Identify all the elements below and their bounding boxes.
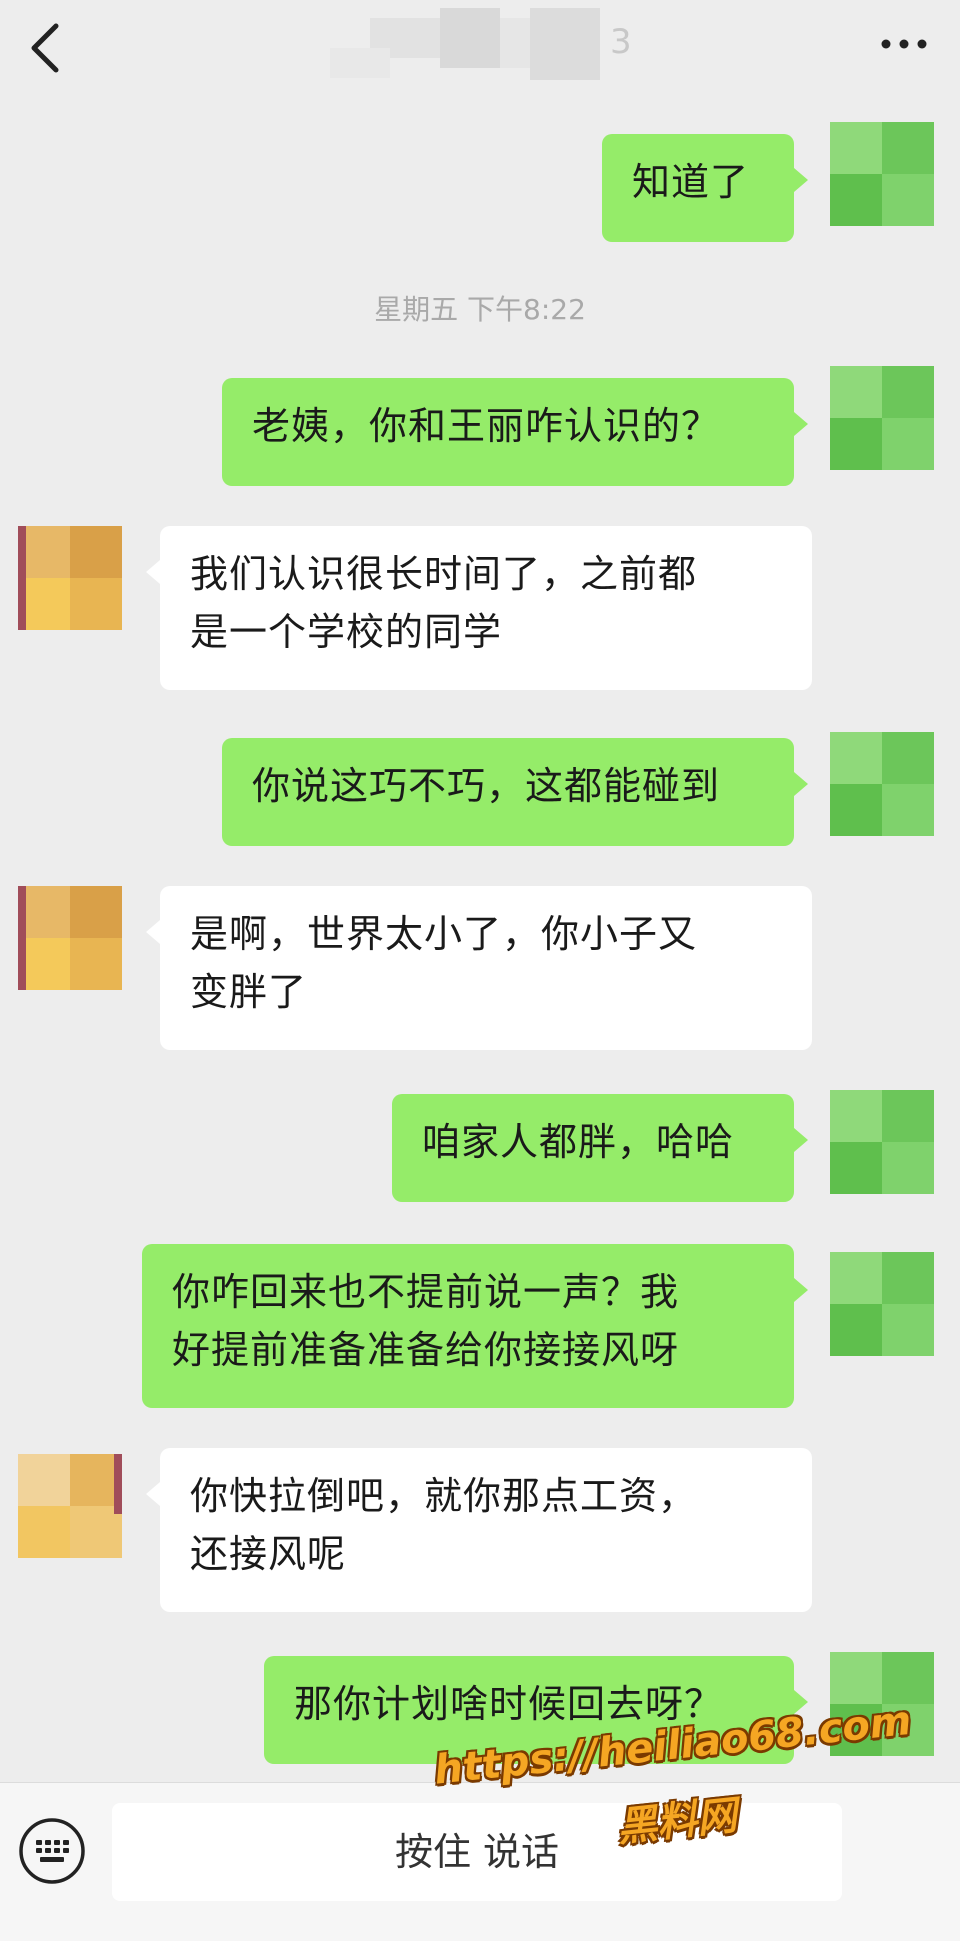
contact-avatar[interactable]: [18, 526, 122, 630]
my-avatar[interactable]: [830, 122, 934, 226]
back-chevron-left-icon[interactable]: [26, 20, 66, 76]
message-text: 你说这巧不巧，这都能碰到: [252, 764, 721, 808]
chat-area[interactable]: 知道了 星期五 下午8:22 老姨，你和王丽咋认识的？ 我们认识很长时间了，之前…: [0, 92, 960, 1782]
my-avatar[interactable]: [830, 366, 934, 470]
more-dots-icon[interactable]: [874, 22, 934, 66]
message-bubble-sent[interactable]: 老姨，你和王丽咋认识的？: [222, 378, 808, 486]
my-avatar[interactable]: [830, 732, 934, 836]
message-text-line: 变胖了: [190, 970, 308, 1014]
contact-avatar[interactable]: [18, 886, 122, 990]
message-text-line: 你快拉倒吧，就你那点工资，: [190, 1474, 698, 1518]
my-avatar[interactable]: [830, 1252, 934, 1356]
message-bubble-sent[interactable]: 你咋回来也不提前说一声？我 好提前准备准备给你接接风呀: [142, 1244, 808, 1408]
chat-title: 3: [610, 22, 632, 62]
message-bubble-received[interactable]: 我们认识很长时间了，之前都 是一个学校的同学: [146, 526, 812, 690]
message-text: 咱家人都胖，哈哈: [422, 1120, 735, 1164]
chat-title-redacted: [330, 8, 650, 80]
message-bubble-sent[interactable]: 知道了: [602, 134, 808, 242]
message-text: 老姨，你和王丽咋认识的？: [252, 404, 721, 448]
message-text-line: 还接风呢: [190, 1532, 347, 1576]
message-bubble-received[interactable]: 你快拉倒吧，就你那点工资， 还接风呢: [146, 1448, 812, 1612]
message-text-line: 是一个学校的同学: [190, 610, 503, 654]
message-text-line: 是啊，世界太小了，你小子又: [190, 912, 698, 956]
message-bubble-sent[interactable]: 你说这巧不巧，这都能碰到: [222, 738, 808, 846]
message-bubble-sent[interactable]: 咱家人都胖，哈哈: [392, 1094, 808, 1202]
message-bubble-received[interactable]: 是啊，世界太小了，你小子又 变胖了: [146, 886, 812, 1050]
watermark-name: 黑料网: [614, 1792, 740, 1851]
my-avatar[interactable]: [830, 1090, 934, 1194]
contact-avatar[interactable]: [18, 1454, 122, 1558]
message-text-line: 你咋回来也不提前说一声？我: [172, 1270, 680, 1314]
message-text: 知道了: [632, 160, 750, 204]
timestamp: 星期五 下午8:22: [374, 293, 586, 326]
keyboard-icon[interactable]: [18, 1817, 86, 1885]
top-bar: 3: [0, 0, 960, 92]
message-text-line: 我们认识很长时间了，之前都: [190, 552, 698, 596]
message-text-line: 好提前准备准备给你接接风呀: [172, 1328, 680, 1372]
